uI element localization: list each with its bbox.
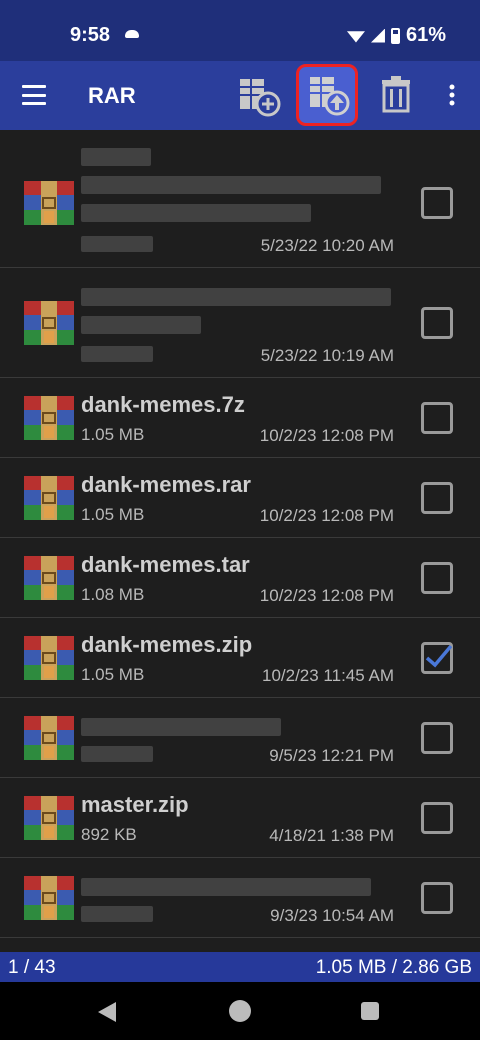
cloud-icon <box>125 30 139 38</box>
app-toolbar: RAR <box>0 61 480 130</box>
file-row[interactable]: dank-memes.tar 1.08 MB 10/2/23 12:08 PM <box>0 538 480 618</box>
file-date: 10/2/23 12:08 PM <box>259 426 394 445</box>
file-date: 10/2/23 12:08 PM <box>259 586 394 605</box>
redacted-size <box>81 236 153 252</box>
back-icon[interactable] <box>98 1002 116 1022</box>
recents-icon[interactable] <box>361 1002 379 1020</box>
file-row[interactable]: 9/3/23 10:54 AM <box>0 858 480 938</box>
delete-button[interactable] <box>374 71 422 119</box>
wifi-icon <box>346 31 365 43</box>
redacted-size <box>81 906 153 922</box>
redacted-text <box>81 718 281 736</box>
redacted-text <box>81 176 381 194</box>
status-bar: 9:58 61% <box>0 0 480 61</box>
file-name: dank-memes.rar <box>81 472 251 497</box>
size-summary: 1.05 MB / 2.86 GB <box>315 957 472 978</box>
home-icon[interactable] <box>229 1000 251 1022</box>
file-row[interactable]: dank-memes.7z 1.05 MB 10/2/23 12:08 PM <box>0 378 480 458</box>
file-row[interactable]: 9/5/23 12:21 PM <box>0 698 480 778</box>
archive-file-icon <box>24 301 74 345</box>
file-date: 5/23/22 10:19 AM <box>260 346 394 365</box>
redacted-text <box>81 148 151 166</box>
overflow-menu-icon <box>449 84 455 106</box>
file-row[interactable]: 5/23/22 10:20 AM <box>0 130 480 268</box>
file-size: 1.05 MB <box>81 425 145 444</box>
file-size: 1.05 MB <box>81 665 145 684</box>
trash-icon <box>382 76 410 113</box>
file-checkbox[interactable] <box>421 562 453 594</box>
file-row[interactable]: 5/23/22 10:19 AM <box>0 268 480 378</box>
extract-archive-icon <box>310 77 350 116</box>
archive-file-icon <box>24 796 74 840</box>
file-size: 1.08 MB <box>81 585 145 604</box>
add-to-archive-button[interactable] <box>235 71 283 119</box>
battery-icon <box>390 27 400 44</box>
file-date: 5/23/22 10:20 AM <box>260 236 394 255</box>
system-nav-bar <box>0 982 480 1040</box>
file-name: dank-memes.7z <box>81 392 245 417</box>
file-date: 9/3/23 10:54 AM <box>270 906 394 925</box>
file-checkbox[interactable] <box>421 882 453 914</box>
battery-percent: 61% <box>405 24 446 46</box>
redacted-size <box>81 746 153 762</box>
file-name: dank-memes.tar <box>81 552 250 577</box>
redacted-text <box>81 288 391 306</box>
file-date: 4/18/21 1:38 PM <box>269 826 394 845</box>
file-checkbox[interactable] <box>421 482 453 514</box>
file-row[interactable]: dank-memes.zip 1.05 MB 10/2/23 11:45 AM <box>0 618 480 698</box>
archive-file-icon <box>24 876 74 920</box>
file-checkbox[interactable] <box>421 402 453 434</box>
overflow-menu-button[interactable] <box>440 71 464 119</box>
redacted-text <box>81 878 371 896</box>
signal-icon <box>370 28 385 43</box>
file-checkbox[interactable] <box>421 307 453 339</box>
hamburger-menu-icon[interactable] <box>22 85 46 105</box>
archive-file-icon <box>24 716 74 760</box>
file-name: master.zip <box>81 792 189 817</box>
file-date: 9/5/23 12:21 PM <box>269 746 394 765</box>
file-date: 10/2/23 11:45 AM <box>261 666 394 685</box>
file-date: 10/2/23 12:08 PM <box>259 506 394 525</box>
archive-file-icon <box>24 181 74 225</box>
file-checkbox[interactable] <box>421 722 453 754</box>
archive-file-icon <box>24 556 74 600</box>
archive-file-icon <box>24 476 74 520</box>
file-row[interactable]: master.zip 892 KB 4/18/21 1:38 PM <box>0 778 480 858</box>
redacted-text <box>81 316 201 334</box>
toolbar-title: RAR <box>88 83 136 108</box>
redacted-size <box>81 346 153 362</box>
archive-file-icon <box>24 636 74 680</box>
file-checkbox[interactable] <box>421 187 453 219</box>
status-time: 9:58 <box>70 24 111 46</box>
file-size: 892 KB <box>81 825 137 844</box>
file-list: 5/23/22 10:20 AM 5/23/22 10:19 AM dank-mem… <box>0 130 480 952</box>
file-checkbox[interactable] <box>421 802 453 834</box>
add-to-archive-icon <box>240 79 281 117</box>
file-checkbox-checked[interactable] <box>421 642 453 674</box>
selection-count: 1 / 43 <box>8 957 56 978</box>
file-size: 1.05 MB <box>81 505 145 524</box>
file-name: dank-memes.zip <box>81 632 253 657</box>
redacted-text <box>81 204 311 222</box>
extract-archive-button[interactable] <box>296 64 358 126</box>
status-indicators: 61% <box>346 24 446 47</box>
file-row[interactable]: dank-memes.rar 1.05 MB 10/2/23 12:08 PM <box>0 458 480 538</box>
footer-bar: 1 / 43 1.05 MB / 2.86 GB <box>0 952 480 982</box>
checkmark-icon <box>425 644 452 668</box>
archive-file-icon <box>24 396 74 440</box>
